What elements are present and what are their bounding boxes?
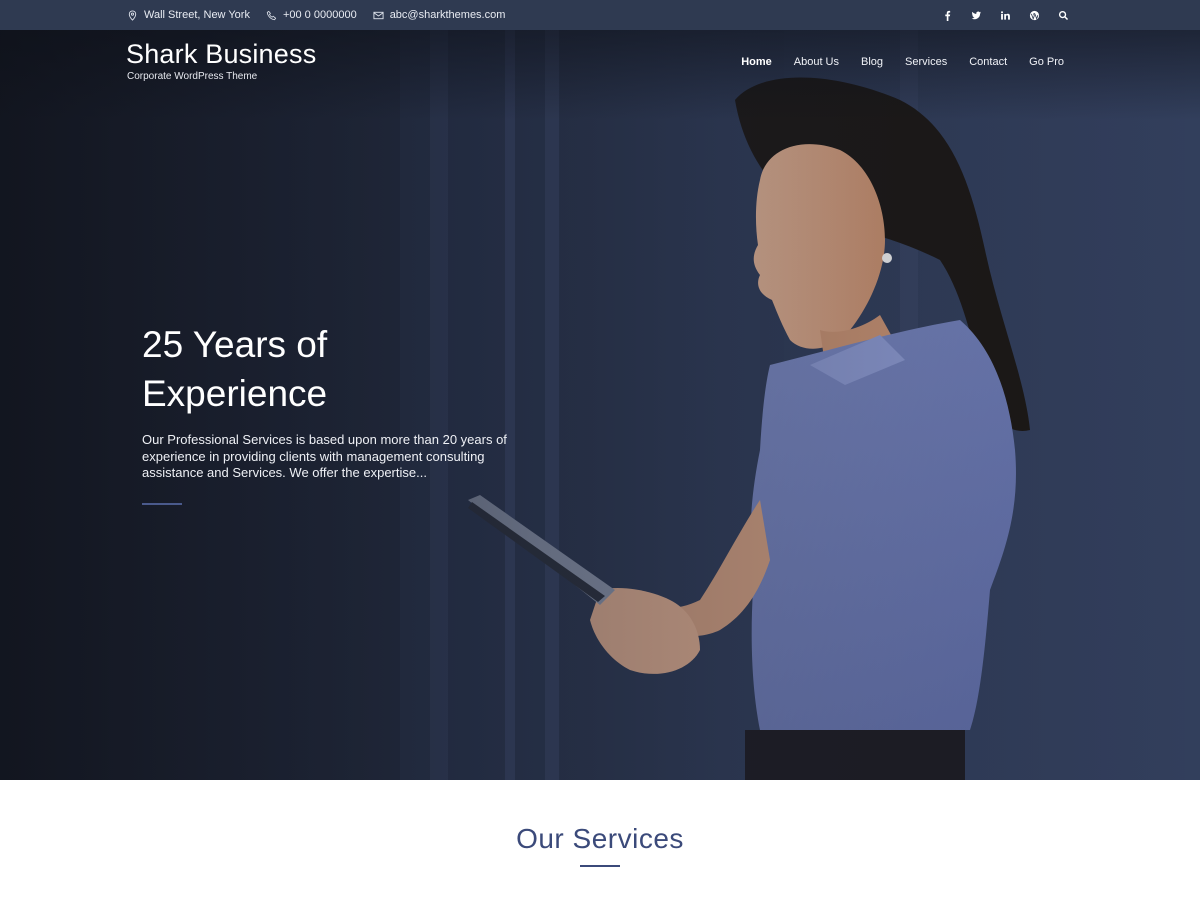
facebook-icon[interactable] xyxy=(940,8,955,23)
services-heading: Our Services xyxy=(516,823,684,854)
services-section: Our Services xyxy=(0,780,1200,900)
contact-list: Wall Street, New York +00 0 0000000 abc@… xyxy=(127,9,505,21)
nav-item-home[interactable]: Home xyxy=(741,56,772,68)
email-item[interactable]: abc@sharkthemes.com xyxy=(373,9,506,21)
hero-divider xyxy=(142,502,182,505)
hero-description: Our Professional Services is based upon … xyxy=(142,432,507,480)
site-title[interactable]: Shark Business xyxy=(126,39,316,70)
phone-item[interactable]: +00 0 0000000 xyxy=(266,9,357,21)
email-text[interactable]: abc@sharkthemes.com xyxy=(390,9,506,21)
hero-title-line1: 25 Years of xyxy=(142,324,328,365)
social-links xyxy=(940,8,1071,23)
nav-item-blog[interactable]: Blog xyxy=(861,56,883,68)
phone-icon xyxy=(266,10,277,20)
map-pin-icon xyxy=(128,9,137,21)
address-item: Wall Street, New York xyxy=(127,9,250,21)
linkedin-icon[interactable] xyxy=(998,8,1013,23)
site-header: Shark Business Corporate WordPress Theme… xyxy=(0,30,1200,100)
address-text: Wall Street, New York xyxy=(144,9,250,21)
hero-title[interactable]: 25 Years of Experience xyxy=(142,320,542,418)
search-icon[interactable] xyxy=(1056,8,1071,23)
top-bar: Wall Street, New York +00 0 0000000 abc@… xyxy=(0,0,1200,30)
wordpress-icon[interactable] xyxy=(1027,8,1042,23)
phone-text[interactable]: +00 0 0000000 xyxy=(283,9,357,21)
nav-item-contact[interactable]: Contact xyxy=(969,56,1007,68)
nav-item-go-pro[interactable]: Go Pro xyxy=(1029,56,1064,68)
envelope-icon xyxy=(373,11,384,19)
services-divider xyxy=(580,865,620,867)
site-tagline: Corporate WordPress Theme xyxy=(127,71,258,82)
hero-content: 25 Years of Experience Our Professional … xyxy=(142,320,542,505)
twitter-icon[interactable] xyxy=(969,8,984,23)
hero-title-line2: Experience xyxy=(142,373,328,414)
nav-item-services[interactable]: Services xyxy=(905,56,947,68)
main-navigation: Home About Us Blog Services Contact Go P… xyxy=(741,56,1064,68)
nav-item-about-us[interactable]: About Us xyxy=(794,56,839,68)
